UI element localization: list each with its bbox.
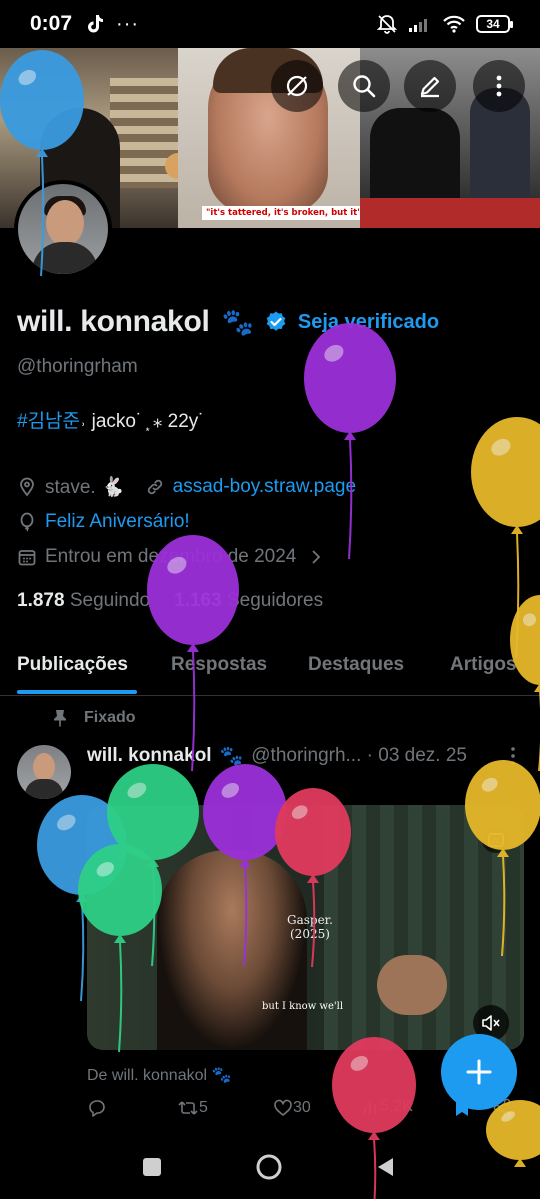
reply-icon: [89, 1100, 105, 1117]
home-button[interactable]: [254, 1152, 284, 1182]
profile-meta-location-website: stave. 🐇 assad-boy.straw.page: [17, 475, 356, 499]
search-button[interactable]: [338, 60, 390, 112]
joined-date: Entrou em dezembro de 2024: [45, 546, 297, 567]
like-button[interactable]: 30: [273, 1098, 311, 1118]
post-author-emoji: 🐾: [219, 746, 244, 767]
profile-bio: #김남준˒ jacko˙ ͙ ⁎ 22y˙: [17, 406, 205, 433]
profile-name-row: will. konnakol 🐾 Seja verificado: [17, 305, 439, 339]
video-label-year: (2025): [290, 927, 330, 941]
attribution-emoji: 🐾: [211, 1067, 232, 1084]
chevron-right-icon: [312, 550, 321, 564]
svg-text:CC: CC: [492, 839, 501, 845]
followers-count: 1.163: [174, 590, 222, 611]
more-options-button[interactable]: [473, 60, 525, 112]
search-icon: [353, 75, 376, 98]
status-time: 0:07: [30, 12, 73, 35]
birthday-link[interactable]: Feliz Aniversário!: [45, 511, 190, 533]
calendar-icon: [18, 550, 36, 566]
edit-profile-button[interactable]: [404, 60, 456, 112]
video-label-title: Gasper.: [287, 913, 333, 927]
location-icon: [20, 477, 34, 497]
post-header: will. konnakol 🐾 @thoringrh... · 03 dez.…: [87, 744, 467, 768]
post-video[interactable]: Gasper. (2025) but I know we'll CC: [87, 805, 524, 1050]
back-triangle-icon: [378, 1158, 393, 1176]
balloon: [471, 417, 540, 659]
following-count: 1.878: [17, 590, 65, 611]
tab-destaques[interactable]: Destaques: [308, 654, 404, 676]
like-count: 30: [293, 1099, 311, 1116]
mute-bell-icon: [376, 15, 398, 34]
wifi-icon: [443, 15, 465, 33]
profile-avatar[interactable]: [14, 180, 112, 278]
verified-badge-icon: [266, 311, 286, 331]
recent-apps-button[interactable]: [137, 1152, 167, 1182]
bio-text: ˒ jacko˙ ͙ ⁎ 22y˙: [80, 411, 205, 432]
more-notifications-icon: ···: [116, 12, 140, 35]
tab-artigos[interactable]: Artigos: [450, 654, 517, 676]
link-icon: [147, 479, 162, 495]
grok-button[interactable]: [271, 60, 323, 112]
bio-hashtag[interactable]: #김남준: [17, 411, 80, 432]
follow-counts: 1.878 Seguindo 1.163 Seguidores: [17, 590, 323, 612]
tab-publicacoes[interactable]: Publicações: [17, 654, 128, 676]
signal-icon: [409, 19, 427, 32]
reply-button[interactable]: [87, 1098, 107, 1118]
edit-icon: [420, 76, 440, 98]
followers-label: Seguidores: [226, 590, 324, 611]
pinned-indicator: Fixado: [52, 709, 136, 727]
pin-icon: [54, 710, 66, 727]
repost-count: 5: [199, 1099, 208, 1116]
paw-emoji: 🐾: [221, 306, 254, 337]
speaker-muted-icon: [482, 1015, 500, 1031]
profile-meta-joined[interactable]: Entrou em dezembro de 2024: [17, 546, 332, 568]
grok-icon: [286, 75, 308, 97]
more-vertical-icon: [496, 75, 502, 97]
video-attribution[interactable]: De will. konnakol 🐾: [87, 1065, 231, 1085]
battery-indicator: 34: [476, 15, 513, 33]
post-author-name[interactable]: will. konnakol: [87, 745, 212, 767]
views-button[interactable]: 5,2K: [362, 1098, 413, 1116]
compose-post-button[interactable]: [441, 1034, 517, 1110]
followers-link[interactable]: 1.163 Seguidores: [174, 590, 323, 612]
profile-meta-birthday: Feliz Aniversário!: [17, 511, 190, 533]
square-icon: [143, 1158, 161, 1176]
post-author-avatar[interactable]: [17, 745, 71, 799]
captions-icon: CC: [488, 833, 504, 847]
back-button[interactable]: [371, 1152, 401, 1182]
video-subtitle: but I know we'll: [262, 1001, 344, 1012]
video-label: Gasper. (2025): [287, 913, 333, 941]
banner-photo-2: "it's tattered, it's broken, but it's mi…: [178, 48, 404, 228]
heart-icon: [274, 1099, 292, 1116]
circle-home-icon: [256, 1154, 282, 1180]
captions-button[interactable]: CC: [482, 827, 510, 853]
profile-location: stave. 🐇: [45, 477, 125, 498]
profile-tabs: Publicações Respostas Destaques Artigos: [0, 640, 540, 696]
plus-icon: [466, 1059, 492, 1085]
following-label: Seguindo: [69, 590, 151, 611]
pinned-label: Fixado: [84, 709, 136, 726]
following-link[interactable]: 1.878 Seguindo: [17, 590, 150, 612]
views-chart-icon: [364, 1101, 376, 1114]
balloon: [304, 323, 396, 560]
repost-icon: [178, 1101, 198, 1115]
status-bar: 0:07 ··· 34: [0, 0, 540, 48]
post-handle-date: @thoringrh... · 03 dez. 25: [251, 745, 467, 766]
profile-handle: @thoringrham: [17, 356, 138, 377]
views-count: 5,2K: [380, 1098, 413, 1115]
get-verified-link[interactable]: Seja verificado: [298, 311, 439, 334]
profile-name: will. konnakol: [17, 305, 210, 338]
repost-button[interactable]: 5: [177, 1098, 208, 1118]
tiktok-icon: [88, 15, 104, 33]
profile-website-link[interactable]: assad-boy.straw.page: [173, 476, 356, 498]
attribution-text: De will. konnakol: [87, 1067, 208, 1084]
post-more-icon[interactable]: [507, 745, 519, 767]
system-navigation-bar: [0, 1134, 540, 1199]
balloon-icon: [20, 512, 34, 532]
tab-respostas[interactable]: Respostas: [171, 654, 267, 676]
active-tab-indicator: [17, 690, 137, 694]
